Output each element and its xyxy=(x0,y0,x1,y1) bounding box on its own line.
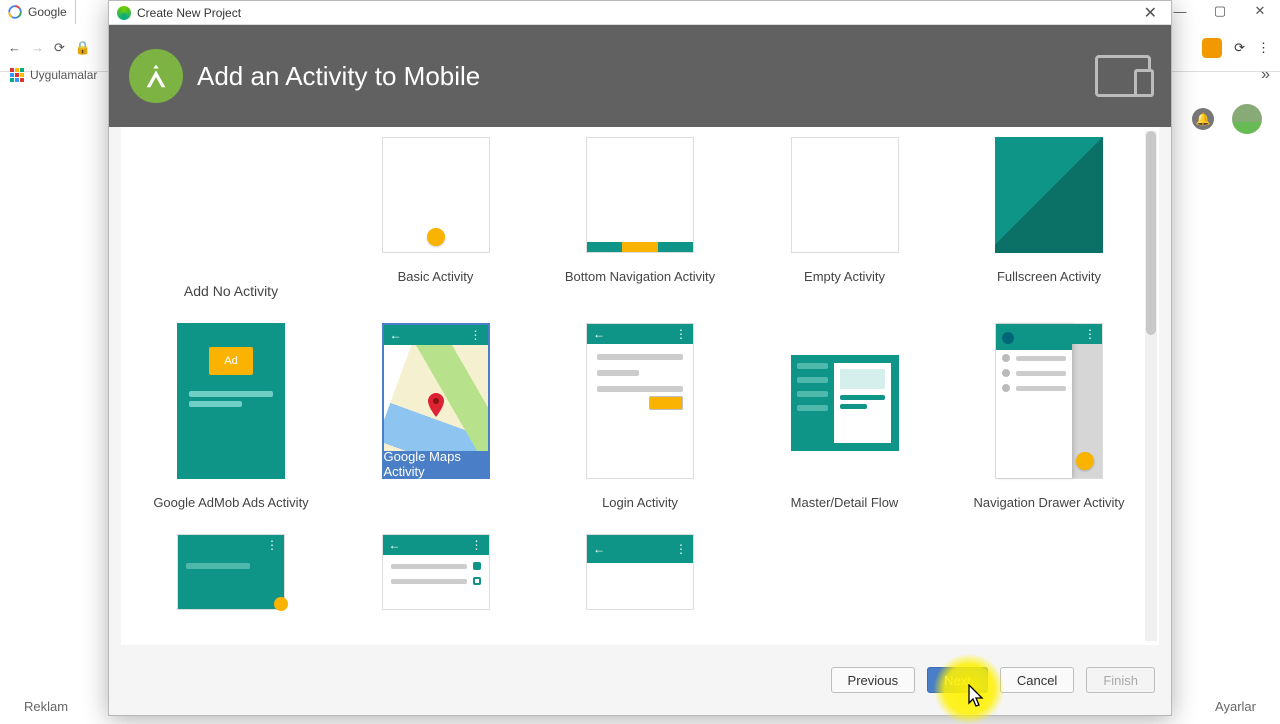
template-label: Fullscreen Activity xyxy=(997,269,1101,284)
template-tile-empty[interactable]: Empty Activity xyxy=(745,137,945,299)
apps-icon[interactable] xyxy=(10,68,24,82)
maximize-button[interactable]: ▢ xyxy=(1200,0,1240,22)
template-thumb-basic xyxy=(382,137,490,253)
template-label: Google AdMob Ads Activity xyxy=(153,495,308,510)
google-favicon xyxy=(8,5,22,19)
template-thumb-admob: Ad xyxy=(177,323,285,479)
extension-icon[interactable] xyxy=(1202,38,1222,58)
close-window-button[interactable]: ✕ xyxy=(1240,0,1280,22)
site-info-icon[interactable]: 🔒 xyxy=(75,40,91,56)
activity-template-picker: Add No Activity Basic Activity Bottom Navi… xyxy=(121,127,1159,645)
template-tile-scrolling[interactable]: ⋮ xyxy=(131,534,331,626)
scrollbar-thumb[interactable] xyxy=(1146,131,1156,335)
template-tile-masterdetail[interactable]: Master/Detail Flow xyxy=(745,323,945,510)
template-label: Empty Activity xyxy=(804,269,885,284)
scrollbar[interactable] xyxy=(1145,131,1157,641)
footer-link-left[interactable]: Reklam xyxy=(24,699,68,714)
dialog-footer: Previous Next Cancel Finish xyxy=(109,645,1171,715)
finish-button: Finish xyxy=(1086,667,1155,693)
back-icon[interactable]: ← xyxy=(8,40,21,55)
template-thumb-masterdetail xyxy=(791,323,899,479)
template-label: Bottom Navigation Activity xyxy=(565,269,715,284)
template-label: Google Maps Activity xyxy=(384,451,488,477)
template-thumb-empty xyxy=(791,137,899,253)
template-thumb-settings: ←⋮ xyxy=(382,534,490,610)
notifications-icon[interactable]: 🔔 xyxy=(1192,108,1214,130)
template-thumb-tabbed: ←⋮ xyxy=(586,534,694,610)
template-tile-navdrawer[interactable]: ⋮ Navigation Drawer Activity xyxy=(949,323,1149,510)
footer-link-right[interactable]: Ayarlar xyxy=(1215,699,1256,714)
bookmarks-apps-label[interactable]: Uygulamalar xyxy=(30,68,97,82)
template-label: Navigation Drawer Activity xyxy=(974,495,1125,510)
previous-button[interactable]: Previous xyxy=(831,667,916,693)
template-label: Add No Activity xyxy=(184,283,278,299)
template-thumb-no-activity xyxy=(177,137,285,253)
template-thumb-bottom-nav xyxy=(586,137,694,253)
template-thumb-fullscreen xyxy=(995,137,1103,253)
cancel-button[interactable]: Cancel xyxy=(1000,667,1074,693)
dialog-title: Create New Project xyxy=(137,6,241,20)
template-tile-login[interactable]: ←⋮ Login Activity xyxy=(540,323,740,510)
template-thumb-maps: ←⋮Google Maps Activity xyxy=(382,323,490,479)
template-label: Master/Detail Flow xyxy=(791,495,899,510)
bookmarks-overflow-icon[interactable]: » xyxy=(1261,66,1270,84)
template-tile-bottom-nav[interactable]: Bottom Navigation Activity xyxy=(540,137,740,299)
kebab-menu-icon[interactable]: ⋮ xyxy=(1257,40,1270,56)
create-project-dialog: Create New Project ✕ Add an Activity to … xyxy=(108,0,1172,716)
forward-icon[interactable]: → xyxy=(31,40,44,55)
template-tile-tabbed[interactable]: ←⋮ xyxy=(540,534,740,626)
template-thumb-login: ←⋮ xyxy=(586,323,694,479)
reload-ext-icon[interactable]: ⟳ xyxy=(1234,40,1245,56)
template-tile-no-activity[interactable]: Add No Activity xyxy=(131,137,331,299)
dialog-titlebar[interactable]: Create New Project ✕ xyxy=(109,1,1171,25)
browser-tab[interactable]: Google xyxy=(0,0,76,24)
next-button[interactable]: Next xyxy=(927,667,988,693)
template-tile-basic[interactable]: Basic Activity xyxy=(336,137,536,299)
browser-tab-label: Google xyxy=(28,5,67,19)
window-controls: — ▢ ✕ xyxy=(1160,0,1280,22)
template-tile-fullscreen[interactable]: Fullscreen Activity xyxy=(949,137,1149,299)
devices-icon xyxy=(1095,55,1151,97)
android-studio-logo xyxy=(129,49,183,103)
template-thumb-scrolling: ⋮ xyxy=(177,534,285,610)
dialog-header: Add an Activity to Mobile xyxy=(109,25,1171,127)
close-icon[interactable]: ✕ xyxy=(1138,3,1163,23)
android-studio-icon xyxy=(117,6,131,20)
template-tile-admob[interactable]: Ad Google AdMob Ads Activity xyxy=(131,323,331,510)
template-label: Basic Activity xyxy=(398,269,474,284)
reload-icon[interactable]: ⟳ xyxy=(54,40,65,56)
page-header-right: 🔔 xyxy=(1192,104,1262,134)
dialog-header-title: Add an Activity to Mobile xyxy=(197,61,480,92)
template-tile-maps[interactable]: ←⋮Google Maps ActivityGoogle Maps Activi… xyxy=(336,323,536,510)
template-label: Login Activity xyxy=(602,495,678,510)
avatar[interactable] xyxy=(1232,104,1262,134)
template-tile-settings[interactable]: ←⋮ xyxy=(336,534,536,626)
template-thumb-navdrawer: ⋮ xyxy=(995,323,1103,479)
